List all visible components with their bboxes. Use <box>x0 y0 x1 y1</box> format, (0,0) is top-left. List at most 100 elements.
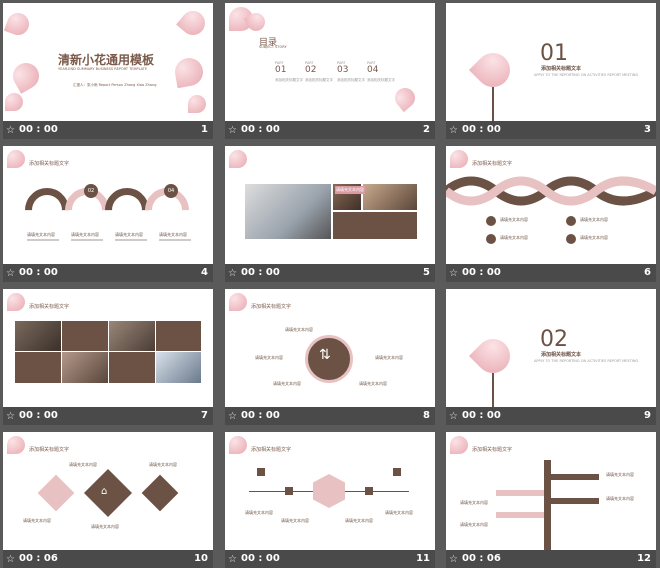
slide-preview: 请填充文本内容 <box>225 146 435 264</box>
slide-preview: 02 添加相关标题文本 APPLY TO THE REPORTING ON AC… <box>446 289 656 407</box>
section-title: 添加相关标题文本 <box>541 66 582 72</box>
caption: 请填充文本内容 <box>69 462 97 467</box>
star-icon[interactable]: ☆ <box>449 125 458 136</box>
step-circle-4: 04 <box>164 184 178 198</box>
slide-title: 清新小花通用模板 <box>58 53 155 67</box>
slide-status-bar: ☆ 00 : 00 5 <box>225 264 435 282</box>
gear-icon <box>365 487 373 495</box>
caption: 请填充文本内容 <box>385 510 413 515</box>
caption: 请填充文本内容 <box>27 232 55 237</box>
slide-header: 添加相关标题文字 <box>29 447 70 453</box>
chevron-shape <box>83 468 133 518</box>
transition-time: 00 : 00 <box>241 124 280 135</box>
slide-number: 2 <box>423 124 430 135</box>
arrow-branch <box>496 512 544 518</box>
caption: 请填充文本内容 <box>159 232 187 237</box>
arrow-branch <box>496 490 544 496</box>
transition-time: 00 : 06 <box>19 553 58 564</box>
slide-number: 1 <box>201 124 208 135</box>
flower-decoration <box>8 58 44 94</box>
slide-thumbnail-4[interactable]: 添加相关标题文字 02 04 请填充文本内容 请填充文本内容 请填充文本内容 请… <box>3 146 213 282</box>
slide-thumbnail-11[interactable]: 添加相关标题文字 请填充文本内容 请填充文本内容 请填充文本内容 请填充文本内容… <box>225 432 435 568</box>
text-line <box>159 239 191 241</box>
slide-thumbnail-3[interactable]: 01 添加相关标题文本 APPLY TO THE REPORTING ON AC… <box>446 3 656 139</box>
caption: 请填充文本内容 <box>580 217 608 222</box>
star-icon[interactable]: ☆ <box>6 554 15 565</box>
building-icon <box>285 487 293 495</box>
slide-number: 3 <box>644 124 651 135</box>
slide-header: 添加相关标题文字 <box>251 304 292 310</box>
slide-subtitle: YEAR-END SUMMARY BUSINESS REPORT TEMPLAT… <box>58 67 148 71</box>
slide-preview: 添加相关标题文字 请填充文本内容 请填充文本内容 请填充文本内容 请填充文本内容 <box>446 146 656 264</box>
transition-time: 00 : 00 <box>241 267 280 278</box>
section-title: 添加相关标题文本 <box>541 352 582 358</box>
transition-time: 00 : 00 <box>462 267 501 278</box>
slide-thumbnail-12[interactable]: 添加相关标题文字 请填充文本内容 请填充文本内容 请填充文本内容 请填充文本内容… <box>446 432 656 568</box>
arrows-icon: ⇅ <box>319 347 331 363</box>
slide-number: 11 <box>416 553 430 564</box>
section-subtitle: APPLY TO THE REPORTING ON ACTIVITIES REP… <box>534 73 639 77</box>
flower-decoration <box>5 93 23 111</box>
caption: 请填充文本内容 <box>23 518 51 523</box>
star-icon[interactable]: ☆ <box>228 554 237 565</box>
arrow-branch <box>551 498 599 504</box>
text-line <box>115 239 147 241</box>
slide-status-bar: ☆ 00 : 00 7 <box>3 407 213 425</box>
star-icon[interactable]: ☆ <box>228 411 237 422</box>
section-number: 02 <box>540 327 568 352</box>
slide-preview: 清新小花通用模板 YEAR-END SUMMARY BUSINESS REPOR… <box>3 3 213 121</box>
star-icon[interactable]: ☆ <box>6 125 15 136</box>
slide-preview: 添加相关标题文字 请填充文本内容 请填充文本内容 请填充文本内容 请填充文本内容 <box>446 432 656 550</box>
slide-preview: 添加相关标题文字 ⇅ 请填充文本内容 请填充文本内容 请填充文本内容 请填充文本… <box>225 289 435 407</box>
text-line <box>71 239 103 241</box>
flower-decoration <box>7 293 25 311</box>
slide-thumbnail-9[interactable]: 02 添加相关标题文本 APPLY TO THE REPORTING ON AC… <box>446 289 656 425</box>
caption: 请填充文本内容 <box>91 524 119 529</box>
caption: 请填充文本内容 <box>500 235 528 240</box>
slide-preview: 添加相关标题文字 ⌂ 请填充文本内容 请填充文本内容 请填充文本内容 请填充文本… <box>3 432 213 550</box>
star-icon[interactable]: ☆ <box>228 125 237 136</box>
flower-decoration <box>176 6 210 40</box>
caption: 请填充文本内容 <box>359 381 387 386</box>
transition-time: 00 : 00 <box>19 124 58 135</box>
star-icon[interactable]: ☆ <box>449 554 458 565</box>
caption: 请填充文本内容 <box>255 355 283 360</box>
transition-time: 00 : 00 <box>462 410 501 421</box>
slide-thumbnail-6[interactable]: 添加相关标题文字 请填充文本内容 请填充文本内容 请填充文本内容 请填充文本内容… <box>446 146 656 282</box>
shield-icon <box>257 468 265 476</box>
caption: 请填充文本内容 <box>285 327 313 332</box>
star-icon[interactable]: ☆ <box>449 268 458 279</box>
flower-decoration <box>7 150 25 168</box>
flower-decoration <box>450 150 468 168</box>
slide-thumbnail-10[interactable]: 添加相关标题文字 ⌂ 请填充文本内容 请填充文本内容 请填充文本内容 请填充文本… <box>3 432 213 568</box>
step-circle-2: 02 <box>84 184 98 198</box>
pink-label: 请填充文本内容 <box>335 186 365 194</box>
slide-thumbnail-1[interactable]: 清新小花通用模板 YEAR-END SUMMARY BUSINESS REPOR… <box>3 3 213 139</box>
caption: 请填充文本内容 <box>606 496 634 501</box>
chevron-shape <box>141 474 179 512</box>
arrow-trunk <box>544 460 551 550</box>
caption: 请填充文本内容 <box>115 232 143 237</box>
slide-preview: 01 添加相关标题文本 APPLY TO THE REPORTING ON AC… <box>446 3 656 121</box>
slide-thumbnail-5[interactable]: 请填充文本内容 ☆ 00 : 00 5 <box>225 146 435 282</box>
slide-thumbnail-2[interactable]: 目录 SUBJECT STORY PART 01 添加相关标题文字 PART 0… <box>225 3 435 139</box>
star-icon[interactable]: ☆ <box>228 268 237 279</box>
slide-header: 添加相关标题文字 <box>251 447 292 453</box>
flower-decoration <box>229 150 247 168</box>
slide-status-bar: ☆ 00 : 00 4 <box>3 264 213 282</box>
arrow-branch <box>551 474 599 480</box>
slide-thumbnail-7[interactable]: 添加相关标题文字 ☆ 00 : 00 7 <box>3 289 213 425</box>
slide-status-bar: ☆ 00 : 00 9 <box>446 407 656 425</box>
stem-decoration <box>492 373 494 407</box>
star-icon[interactable]: ☆ <box>6 411 15 422</box>
slide-thumbnail-8[interactable]: 添加相关标题文字 ⇅ 请填充文本内容 请填充文本内容 请填充文本内容 请填充文本… <box>225 289 435 425</box>
transition-time: 00 : 00 <box>19 410 58 421</box>
caption: 请填充文本内容 <box>345 518 373 523</box>
slide-number: 8 <box>423 410 430 421</box>
star-icon[interactable]: ☆ <box>6 268 15 279</box>
step-circle <box>486 216 496 226</box>
star-icon[interactable]: ☆ <box>449 411 458 422</box>
section-subtitle: APPLY TO THE REPORTING ON ACTIVITIES REP… <box>534 359 639 363</box>
slide-header: 添加相关标题文字 <box>472 447 513 453</box>
flower-decoration <box>229 436 247 454</box>
